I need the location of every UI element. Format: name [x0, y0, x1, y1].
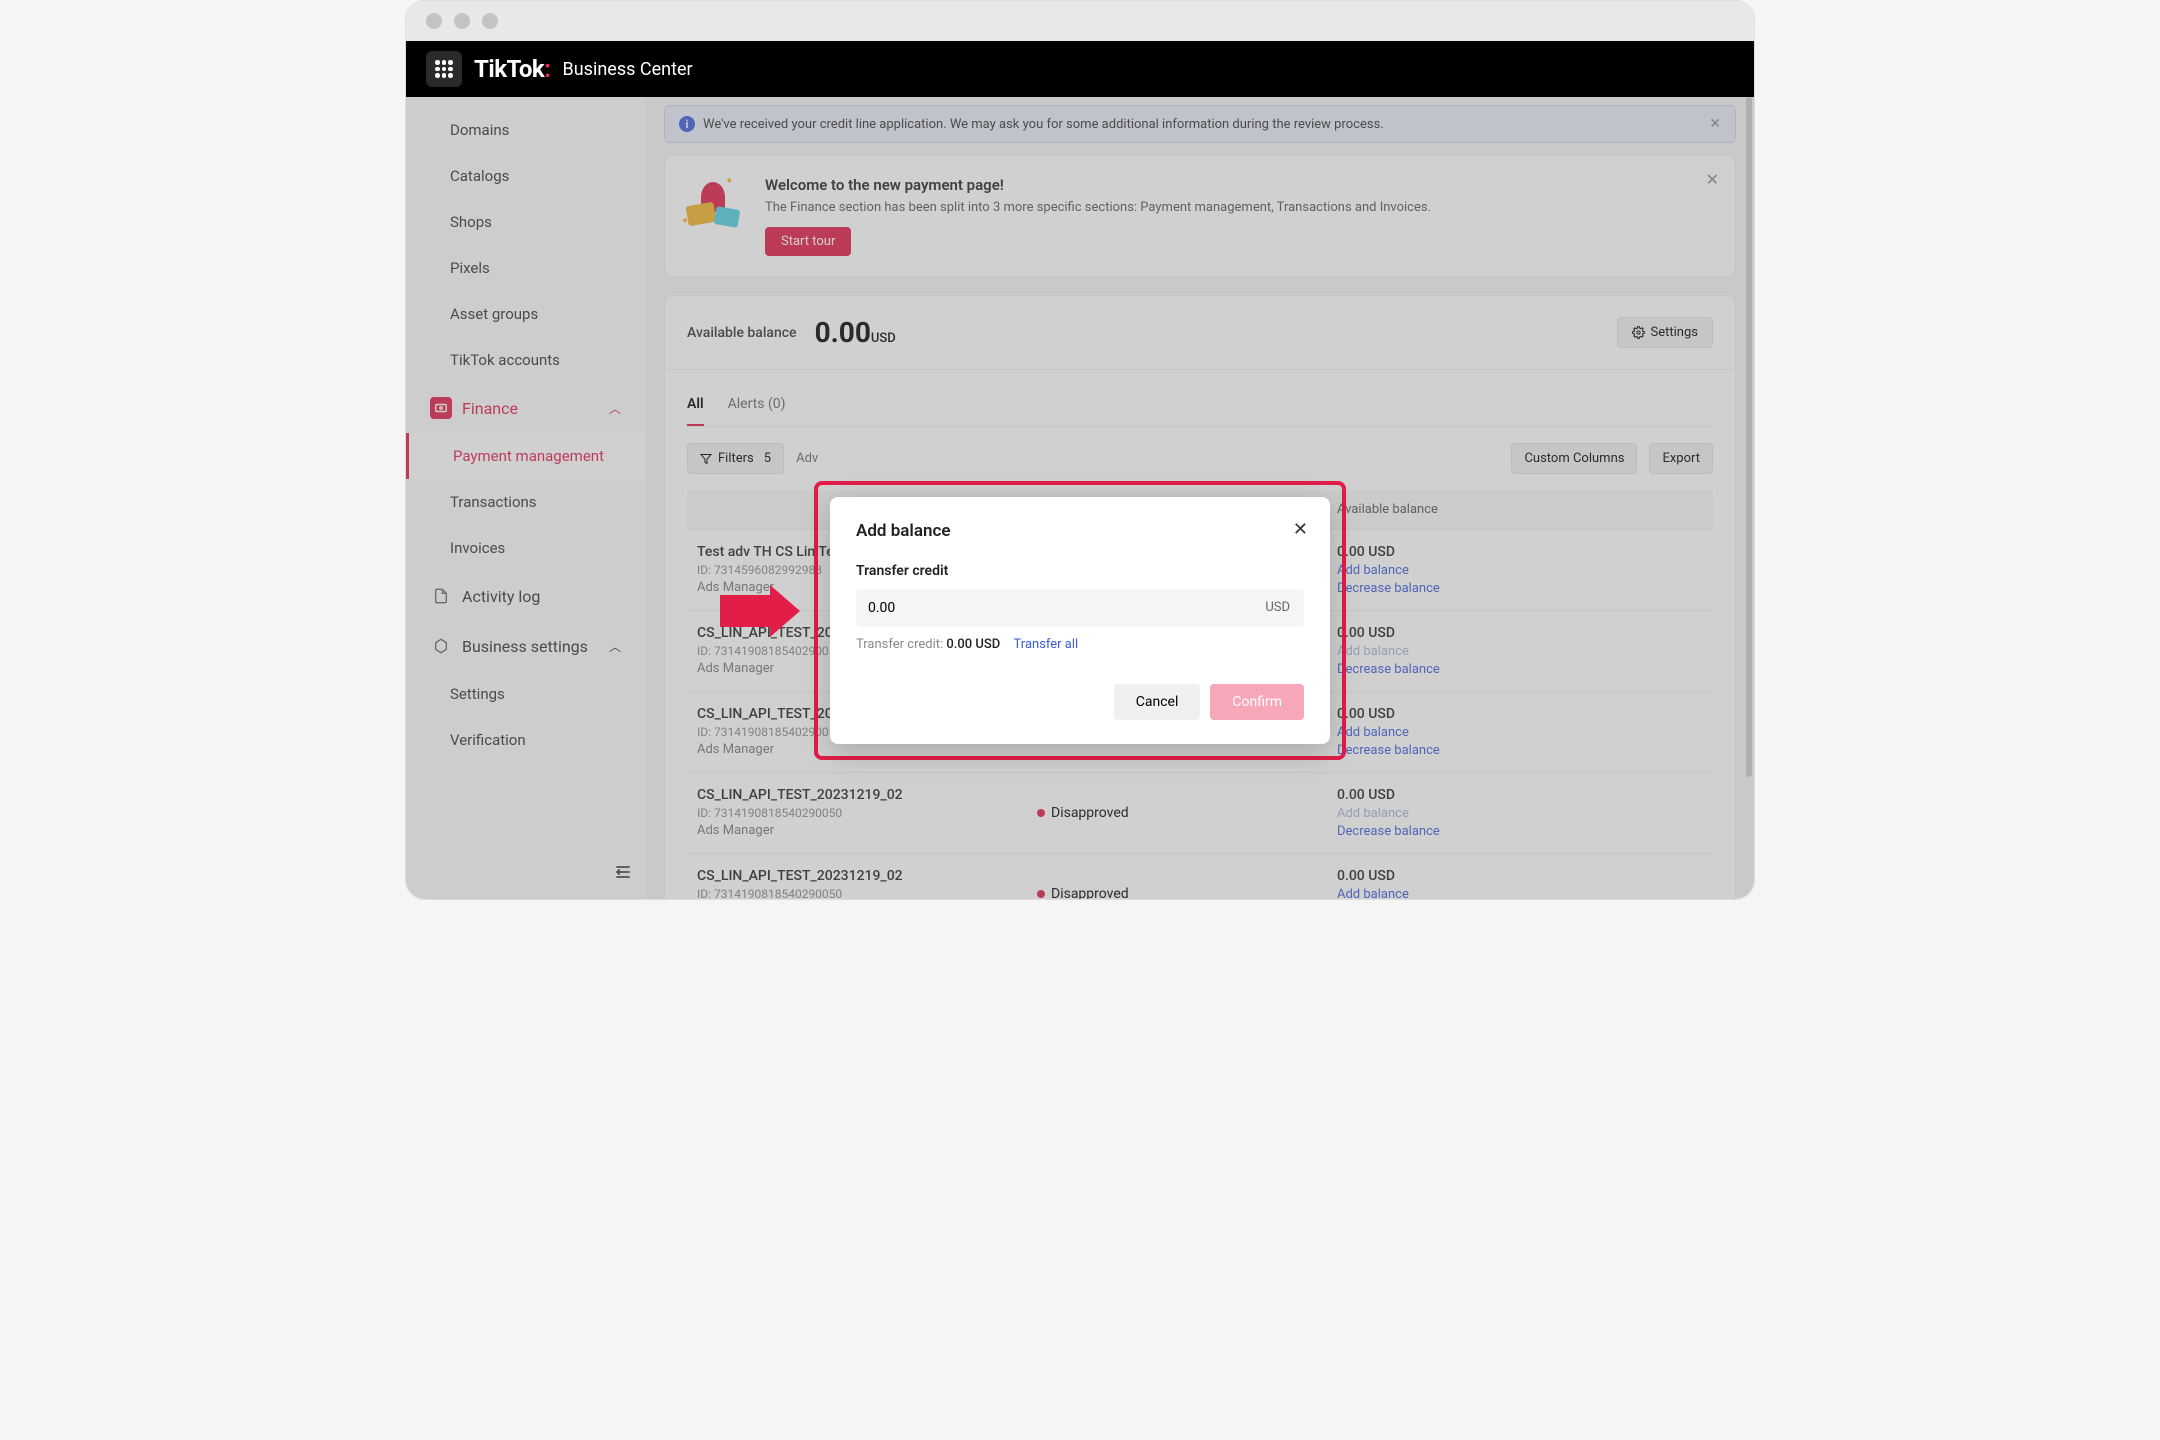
transfer-credit-currency: USD [1251, 589, 1304, 627]
transfer-credit-label: Transfer credit [856, 563, 1304, 579]
app-header: TikTok: Business Center [406, 41, 1754, 97]
window-dot [426, 13, 442, 29]
callout-arrow-icon [720, 585, 800, 637]
cancel-button[interactable]: Cancel [1114, 684, 1201, 720]
add-balance-modal: Add balance ✕ Transfer credit USD Transf… [830, 497, 1330, 744]
window-dot [482, 13, 498, 29]
transfer-credit-input[interactable] [856, 589, 1251, 627]
confirm-button[interactable]: Confirm [1210, 684, 1304, 720]
window-dot [454, 13, 470, 29]
brand-subtitle: Business Center [563, 59, 693, 80]
modal-title: Add balance [856, 521, 1304, 541]
helper-label: Transfer credit: [856, 637, 943, 652]
grid-icon [435, 60, 453, 78]
modal-close-button[interactable]: ✕ [1293, 519, 1308, 540]
browser-frame: TikTok: Business Center Domains Catalogs… [405, 0, 1755, 900]
transfer-credit-helper: Transfer credit: 0.00 USD Transfer all [856, 637, 1304, 652]
transfer-all-link[interactable]: Transfer all [1014, 637, 1079, 652]
transfer-credit-input-row: USD [856, 589, 1304, 627]
modal-overlay: Add balance ✕ Transfer credit USD Transf… [406, 97, 1754, 899]
brand-logo: TikTok: [474, 55, 551, 83]
browser-chrome [406, 1, 1754, 41]
app-menu-button[interactable] [426, 51, 462, 87]
helper-value: 0.00 USD [946, 637, 1000, 652]
